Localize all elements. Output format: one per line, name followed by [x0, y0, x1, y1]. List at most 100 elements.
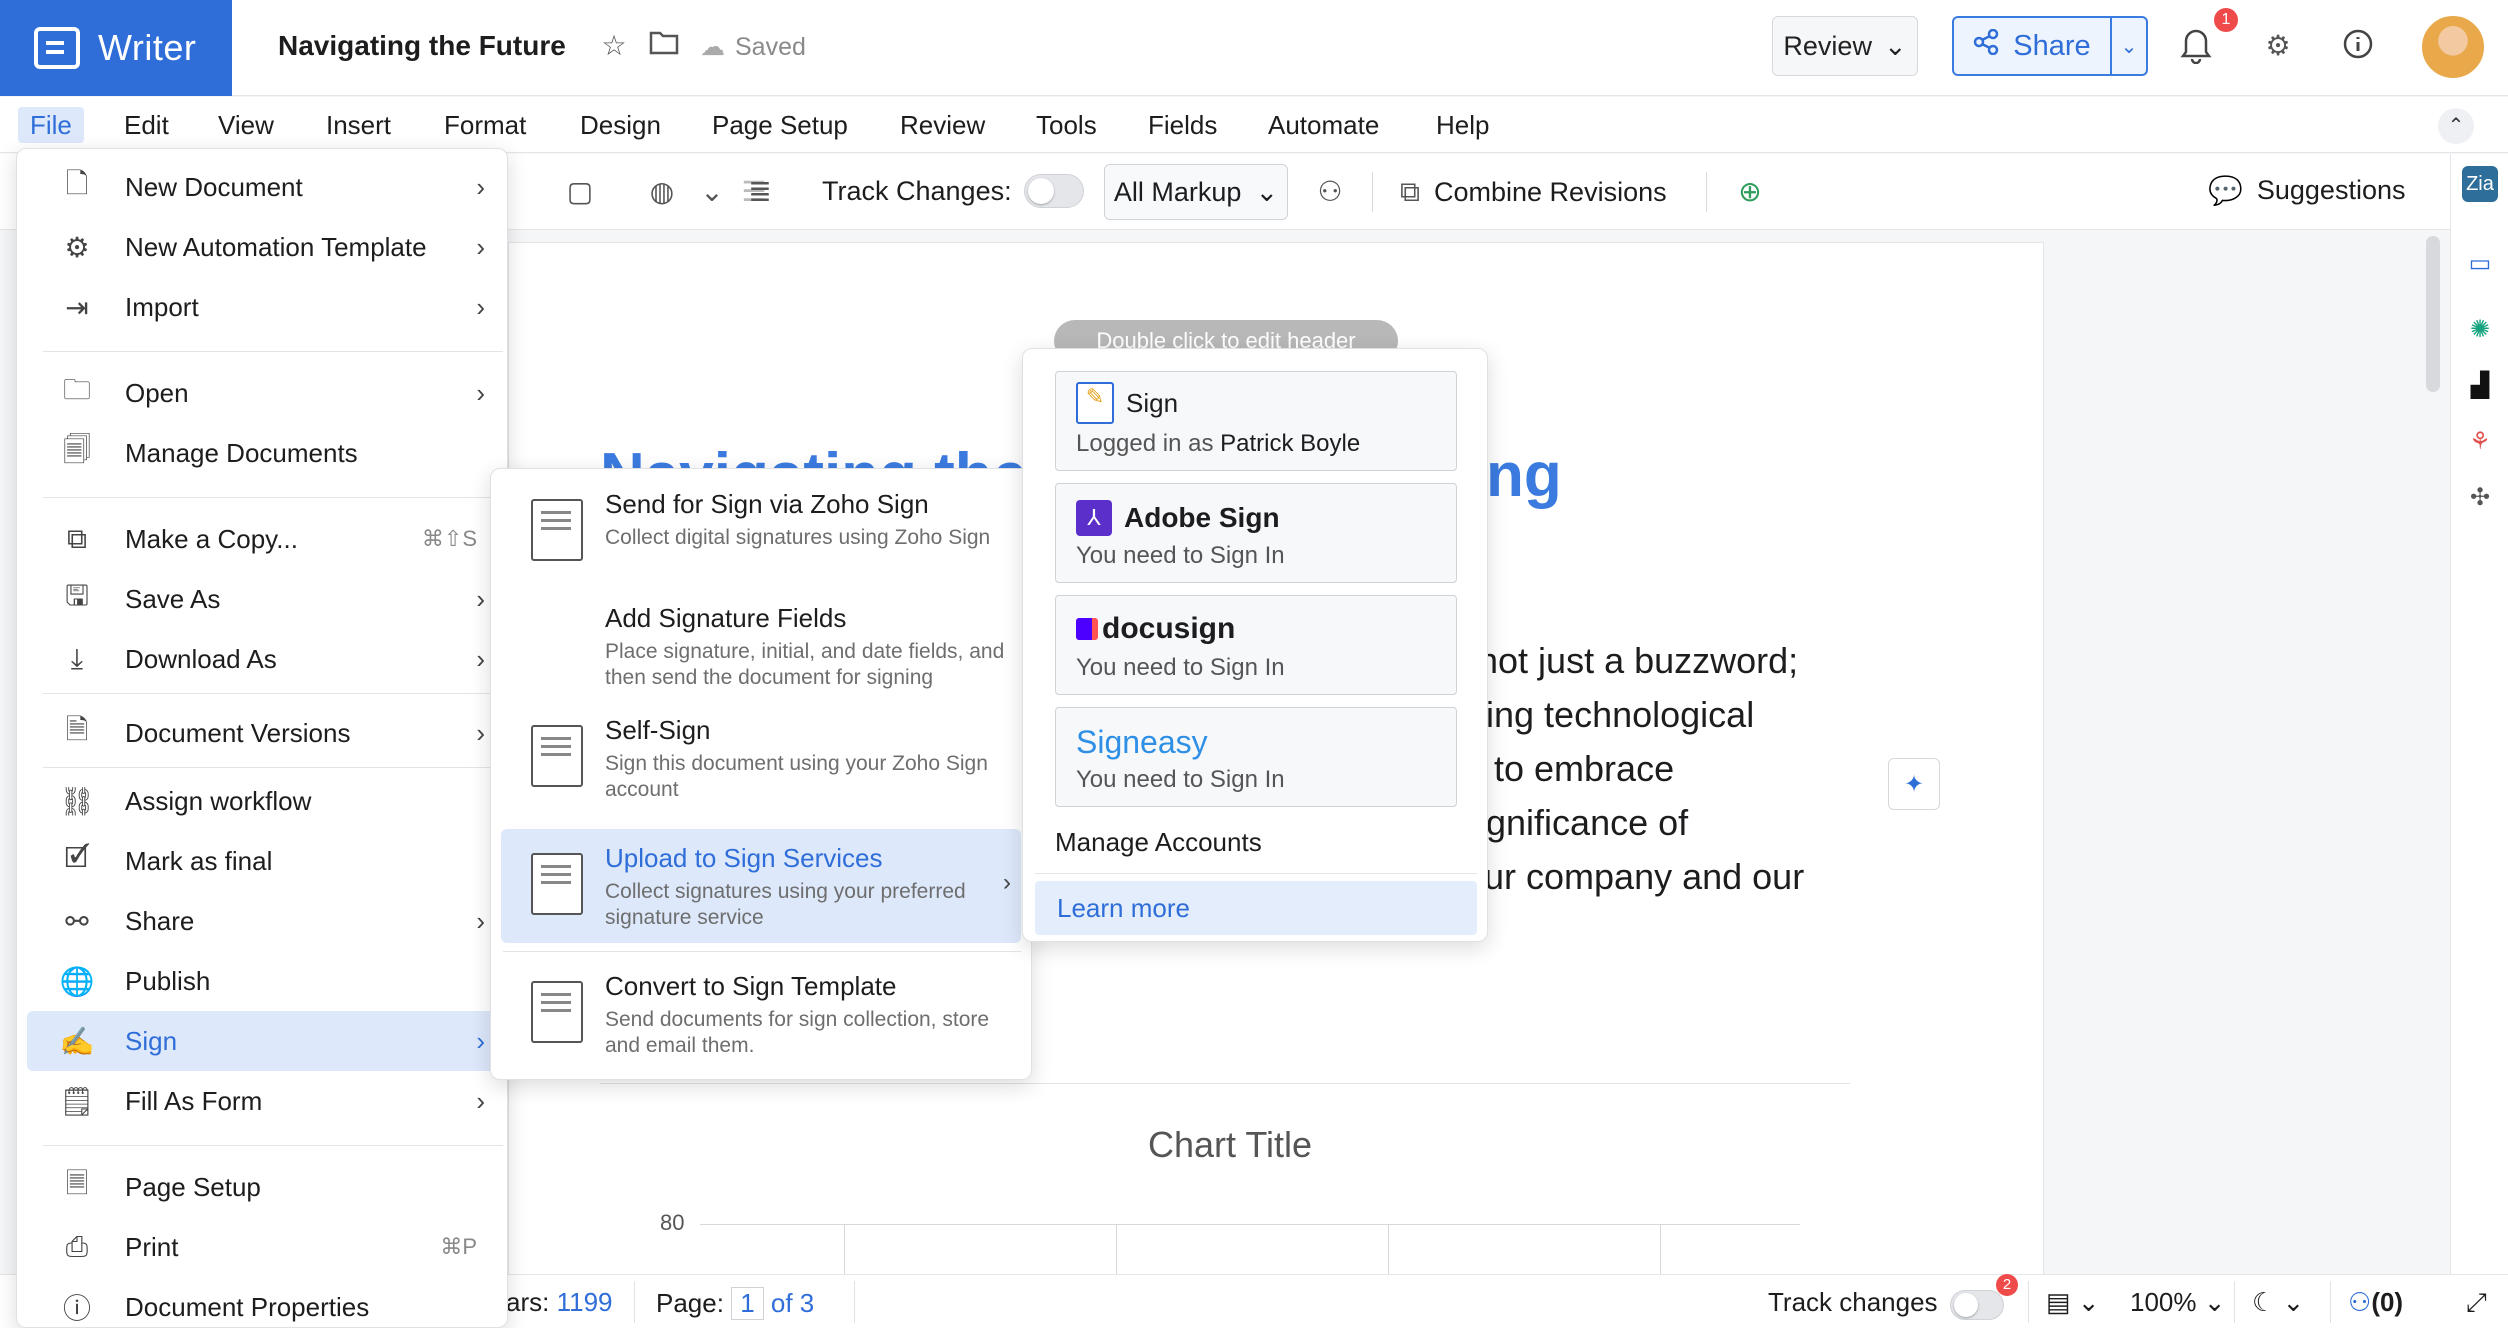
file-menu-open[interactable]: 🗀 Open › — [27, 363, 499, 423]
chart-title[interactable]: Chart Title — [1148, 1124, 1312, 1166]
file-menu-manage-documents[interactable]: 🗐 Manage Documents — [27, 423, 499, 483]
right-sidebar: Zia ▭ ✺ ▟ ⚘ ✣ — [2450, 154, 2508, 1274]
layout-icon[interactable]: ▤ ⌄ — [2046, 1287, 2100, 1318]
ai-assistant-icon[interactable]: ✺ — [2462, 312, 2498, 348]
file-menu-new-automation-template[interactable]: ⚙ New Automation Template › — [27, 217, 499, 277]
markup-select[interactable]: All Markup ⌄ — [1104, 164, 1288, 220]
menu-view[interactable]: View — [206, 107, 286, 143]
manage-accounts-link[interactable]: Manage Accounts — [1055, 827, 1262, 858]
share-dropdown-icon[interactable]: ⌄ — [2112, 34, 2146, 59]
file-menu-publish[interactable]: 🌐 Publish — [27, 951, 499, 1011]
file-menu-save-as[interactable]: 🖫 Save As › — [27, 569, 499, 629]
menu-file[interactable]: File — [18, 107, 84, 143]
menu-item-description: Collect digital signatures using Zoho Si… — [605, 526, 991, 549]
body-text-line[interactable]: not just a buzzword; — [1478, 640, 1798, 682]
add-comment-icon[interactable]: ⊕ — [1730, 172, 1770, 212]
review-button[interactable]: Review ⌄ — [1772, 16, 1918, 76]
show-markup-icon[interactable]: ≣ — [740, 172, 780, 212]
notifications-bell-icon[interactable] — [2178, 24, 2222, 68]
sign-send-via-zoho[interactable]: Send for Sign via Zoho Sign Collect digi… — [501, 475, 1021, 589]
zoom-value: 100% — [2130, 1287, 2197, 1317]
menu-review[interactable]: Review — [888, 107, 997, 143]
menu-tools[interactable]: Tools — [1024, 107, 1109, 143]
collaborators-icon[interactable]: ⚇(0) — [2348, 1287, 2403, 1318]
chevron-down-icon[interactable]: ⌄ — [692, 172, 732, 212]
chevron-right-icon: › — [1003, 869, 1011, 896]
file-menu-page-setup[interactable]: 🗏 Page Setup — [27, 1157, 499, 1217]
share-button[interactable]: Share ⌄ — [1952, 16, 2148, 76]
body-text-line[interactable]: ing technological — [1486, 694, 1754, 736]
sign-add-signature-fields[interactable]: Add Signature Fields Place signature, in… — [501, 589, 1021, 701]
reviewers-icon[interactable]: ◍ — [642, 172, 682, 212]
app-brand[interactable]: Writer — [0, 0, 232, 96]
file-menu-import[interactable]: ⇥ Import › — [27, 277, 499, 337]
avatar[interactable] — [2420, 14, 2486, 80]
star-icon[interactable]: ☆ — [596, 28, 632, 64]
document-heading-tail[interactable]: ng — [1486, 440, 1562, 511]
info-icon[interactable] — [2340, 28, 2376, 64]
service-adobe-sign[interactable]: ⅄ Adobe Sign You need to Sign In — [1055, 483, 1457, 583]
page-input[interactable]: 1 — [731, 1287, 764, 1320]
extensions-puzzle-icon[interactable]: ✣ — [2462, 480, 2498, 516]
file-menu-sign[interactable]: ✍ Sign › — [27, 1011, 499, 1071]
vertical-scrollbar[interactable] — [2426, 236, 2440, 392]
menu-automate[interactable]: Automate — [1256, 107, 1391, 143]
compare-users-icon[interactable]: ⚇ — [1310, 172, 1350, 212]
menu-insert[interactable]: Insert — [314, 107, 403, 143]
menu-edit[interactable]: Edit — [112, 107, 181, 143]
track-changes-toggle[interactable] — [1024, 174, 1084, 208]
dark-mode-icon[interactable]: ☾ ⌄ — [2252, 1287, 2304, 1318]
chevron-right-icon: › — [476, 377, 485, 408]
file-menu-mark-as-final[interactable]: 🗹 Mark as final — [27, 831, 499, 891]
file-menu-download-as[interactable]: ⤓ Download As › — [27, 629, 499, 689]
panel-icon[interactable]: ▭ — [2462, 246, 2498, 282]
service-zoho-sign[interactable]: ✎ Sign Logged in as Patrick Boyle — [1055, 371, 1457, 471]
file-menu-assign-workflow[interactable]: ⛓ Assign workflow — [27, 771, 499, 831]
file-menu-print[interactable]: ⎙ Print ⌘P — [27, 1217, 499, 1277]
magic-wand-icon[interactable]: ✦ — [1888, 758, 1940, 810]
chevron-right-icon: › — [476, 583, 485, 614]
menu-fields[interactable]: Fields — [1136, 107, 1229, 143]
body-text-line[interactable]: gnificance of — [1486, 802, 1688, 844]
body-text-line[interactable]: ur company and our — [1484, 856, 1804, 898]
file-menu-document-versions[interactable]: 🗎 Document Versions › — [27, 703, 499, 763]
sign-convert-to-template[interactable]: Convert to Sign Template Send documents … — [501, 957, 1021, 1071]
zoom-level[interactable]: 100% ⌄ — [2130, 1287, 2226, 1318]
reject-change-icon[interactable]: ▢ — [560, 172, 600, 212]
menu-format[interactable]: Format — [432, 107, 538, 143]
chart-tick-label: 80 — [660, 1210, 685, 1235]
import-icon: ⇥ — [65, 291, 89, 323]
menu-item-label: Download As — [125, 643, 277, 674]
file-menu-new-document[interactable]: 🗋 New Document › — [27, 157, 499, 217]
unsplash-icon[interactable]: ▟ — [2462, 368, 2498, 404]
logged-in-prefix: Logged in as — [1076, 430, 1214, 457]
gear-icon[interactable]: ⚙ — [2260, 28, 2296, 64]
menu-item-label: Open — [125, 377, 189, 408]
menu-item-label: Sign — [125, 1025, 178, 1056]
menu-page-setup[interactable]: Page Setup — [700, 107, 860, 143]
combine-revisions-button[interactable]: ⧉ Combine Revisions — [1400, 176, 1667, 209]
char-count-value[interactable]: 1199 — [557, 1287, 613, 1317]
file-menu-fill-as-form[interactable]: 🗒 Fill As Form › — [27, 1071, 499, 1131]
learn-more-link[interactable]: Learn more — [1035, 881, 1477, 935]
sign-upload-to-sign-services[interactable]: Upload to Sign Services Collect signatur… — [501, 829, 1021, 943]
zia-icon[interactable]: Zia — [2462, 166, 2498, 202]
body-text-line[interactable]: to embrace — [1494, 748, 1674, 790]
file-menu-make-copy[interactable]: ⧉ Make a Copy... ⌘⇧S — [27, 509, 499, 569]
adobe-sign-icon: ⅄ — [1076, 500, 1112, 536]
collapse-toolbar-icon[interactable]: ⌃ — [2438, 108, 2474, 144]
sign-self-sign[interactable]: Self-Sign Sign this document using your … — [501, 701, 1021, 813]
fullscreen-icon[interactable]: ⤢ — [2466, 1287, 2487, 1319]
file-menu-document-properties[interactable]: ⓘ Document Properties — [27, 1277, 499, 1328]
service-docusign[interactable]: docusign You need to Sign In — [1055, 595, 1457, 695]
file-menu-share[interactable]: ⚯ Share › — [27, 891, 499, 951]
integrations-icon[interactable]: ⚘ — [2462, 424, 2498, 460]
suggestions-button[interactable]: 💬 Suggestions — [2208, 174, 2405, 207]
document-title[interactable]: Navigating the Future — [278, 30, 566, 62]
track-changes-status-toggle[interactable] — [1950, 1290, 2004, 1320]
menu-design[interactable]: Design — [568, 107, 673, 143]
menu-help[interactable]: Help — [1424, 107, 1501, 143]
service-signeasy[interactable]: Signeasy You need to Sign In — [1055, 707, 1457, 807]
printer-icon: ⎙ — [65, 1230, 89, 1262]
folder-icon[interactable] — [646, 28, 682, 64]
